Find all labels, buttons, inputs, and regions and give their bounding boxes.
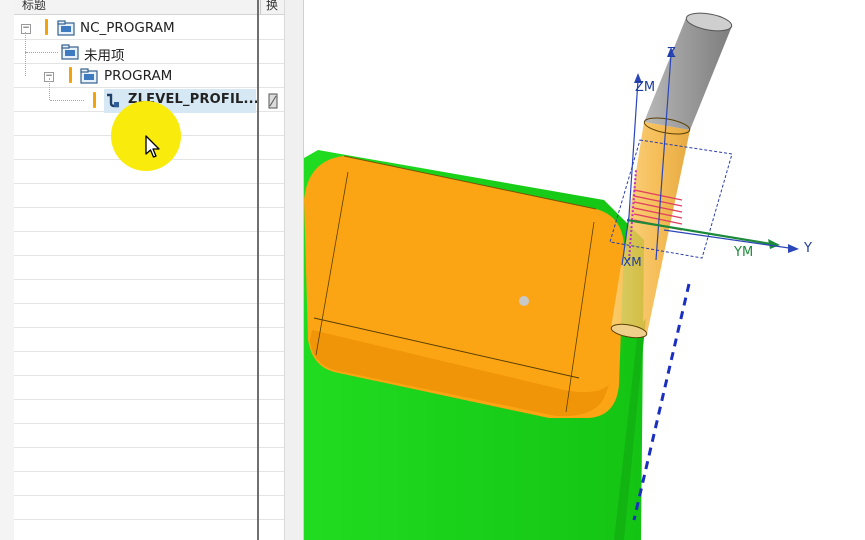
column-header-title[interactable]: 标题 [22,0,46,13]
column-separator[interactable] [257,0,259,540]
empty-row [14,520,284,540]
axis-label-xm: XM [623,255,642,269]
graphics-viewport[interactable]: Z ZM YM Y XM [304,0,865,540]
axis-label-ym: YM [734,245,754,260]
empty-row [14,304,284,328]
empty-row [14,400,284,424]
status-indicator [93,92,96,108]
status-indicator [45,19,48,35]
tree-node-label: 未用项 [84,48,125,64]
axis-label-y-2: Y [804,241,812,256]
mouse-pointer-icon [145,135,160,158]
program-folder-icon [61,44,79,60]
panel-splitter[interactable] [284,0,304,540]
empty-row [14,328,284,352]
program-folder-icon [57,20,75,36]
tree-connector [49,78,50,100]
tree-node-program[interactable]: − PROGRAM [14,52,284,88]
tree-node-nc-program[interactable]: − NC_PROGRAM [14,16,284,40]
left-edge-strip [0,0,14,540]
empty-row [14,232,284,256]
tree-connector [50,100,84,101]
tool-shank [644,18,732,130]
empty-row [14,496,284,520]
empty-row [14,256,284,280]
header-separator [260,0,261,14]
origin-marker [519,296,529,306]
empty-row [14,184,284,208]
status-indicator [69,67,72,83]
empty-row [14,472,284,496]
navigator-header: 标题 换 [14,0,284,15]
axis-label-zm: ZM [635,80,656,95]
empty-row [14,448,284,472]
axis-label-z: Z [667,46,676,61]
milling-operation-icon [107,93,119,108]
column-header-swap[interactable]: 换 [266,0,278,13]
tree-node-label: NC_PROGRAM [80,20,175,36]
collapse-toggle[interactable]: − [21,24,31,34]
empty-row [14,352,284,376]
empty-row [14,280,284,304]
empty-row [14,424,284,448]
tool-status-icon [268,93,278,109]
empty-row [14,376,284,400]
empty-row [14,208,284,232]
tree-connector [25,52,26,76]
operation-navigator: 标题 换 − NC_PROGRAM 未用项 − PROGRAM ZLEVEL_P… [14,0,284,540]
tree-connector [25,32,26,52]
tree-node-unused[interactable]: 未用项 [14,32,284,64]
tree-node-label: PROGRAM [104,68,173,84]
tree-connector [26,52,58,53]
part-model-view [304,12,799,540]
program-folder-icon [80,68,98,84]
